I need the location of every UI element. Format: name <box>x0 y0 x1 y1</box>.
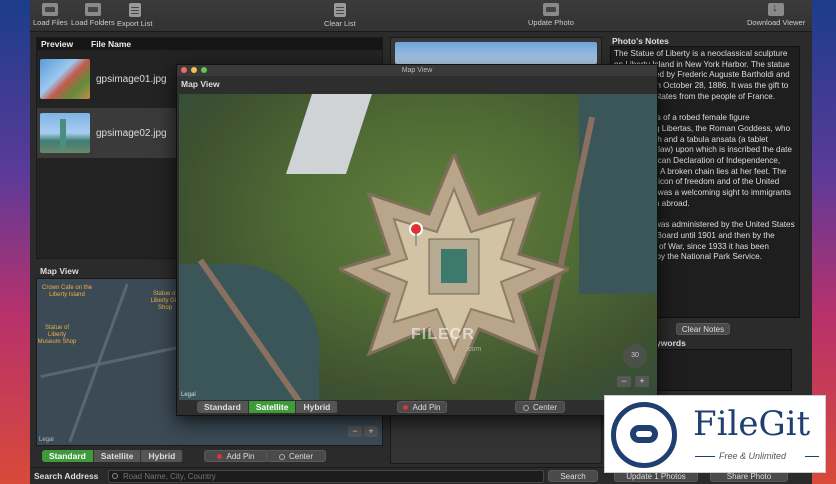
badge-subtitle: Free & Unlimited <box>719 451 787 461</box>
file-name-column-header: File Name <box>91 39 132 49</box>
center-button[interactable]: Center <box>515 401 565 413</box>
legal-link[interactable]: Legal <box>181 392 196 398</box>
clear-list-button[interactable]: Clear List <box>324 3 356 28</box>
fort-star <box>339 154 569 384</box>
clear-list-label: Clear List <box>324 19 356 28</box>
poi-label[interactable]: Crown Cafe on the Liberty Island <box>39 285 95 299</box>
thumbnail-image <box>40 59 90 99</box>
map-type-selector: Standard Satellite Hybrid <box>197 401 339 413</box>
minimize-window-button[interactable] <box>191 67 197 73</box>
file-name: gpsimage02.jpg <box>96 127 167 139</box>
window-titlebar[interactable]: Map View <box>177 65 657 76</box>
search-icon <box>112 473 118 479</box>
add-pin-button[interactable]: Add Pin <box>397 401 447 413</box>
update-photo-label: Update Photo <box>528 18 574 27</box>
map-window-footer: Standard Satellite Hybrid Add Pin Center <box>177 401 657 415</box>
preview-column-header: Preview <box>41 39 74 49</box>
thumbnail-image <box>40 113 90 153</box>
photo-icon <box>542 3 559 16</box>
search-button[interactable]: Search <box>548 470 598 482</box>
image-icon <box>42 3 59 16</box>
satellite-map[interactable]: FILECR .com Legal 30 − + <box>179 94 657 400</box>
hybrid-tab[interactable]: Hybrid <box>296 401 339 413</box>
download-viewer-label: Download Viewer <box>747 18 806 27</box>
legal-link[interactable]: Legal <box>39 437 54 443</box>
search-input[interactable] <box>108 470 544 483</box>
zoom-in-button[interactable]: + <box>635 376 649 387</box>
pin-icon <box>403 405 409 411</box>
zoom-out-button[interactable]: − <box>348 426 362 437</box>
export-list-label: Export List <box>117 19 153 28</box>
zoom-in-button[interactable]: + <box>364 426 378 437</box>
target-icon <box>278 453 285 460</box>
zoom-out-button[interactable]: − <box>617 376 631 387</box>
satellite-tab[interactable]: Satellite <box>93 450 142 462</box>
center-button[interactable]: Center <box>266 450 326 462</box>
map-pin-icon[interactable] <box>411 224 421 234</box>
document-icon <box>128 3 141 17</box>
download-icon <box>768 2 785 16</box>
target-icon <box>522 404 529 411</box>
info-panel <box>390 414 602 464</box>
standard-tab[interactable]: Standard <box>42 450 94 462</box>
map-type-selector: Standard Satellite Hybrid <box>42 450 184 462</box>
load-files-button[interactable]: Load Files <box>33 3 68 27</box>
zoom-window-button[interactable] <box>201 67 207 73</box>
add-pin-button[interactable]: Add Pin <box>204 450 268 462</box>
notes-title: Photo's Notes <box>612 36 669 46</box>
filegit-logo-icon <box>611 402 677 468</box>
map-view-window[interactable]: Map View Map View FILECR .com Legal 30 −… <box>176 64 658 416</box>
add-pin-label: Add Pin <box>412 403 441 412</box>
file-name: gpsimage01.jpg <box>96 73 167 85</box>
satellite-tab[interactable]: Satellite <box>248 401 297 413</box>
watermark: FILECR <box>411 326 475 343</box>
badge-title: FileGit <box>693 404 811 444</box>
update-photo-button[interactable]: Update Photo <box>528 3 574 27</box>
center-label: Center <box>532 403 557 412</box>
clear-notes-button[interactable]: Clear Notes <box>676 323 730 335</box>
poi-label[interactable]: Statue of Liberty Museum Shop <box>37 325 77 346</box>
window-title: Map View <box>401 67 433 74</box>
watermark-suffix: .com <box>466 346 482 353</box>
export-list-button[interactable]: Export List <box>117 3 152 28</box>
photo-preview <box>390 37 602 67</box>
toolbar: Load Files Load Folders Export List Clea… <box>30 0 812 32</box>
load-folders-button[interactable]: Load Folders <box>71 3 115 27</box>
center-label: Center <box>288 452 313 461</box>
map-view-heading: Map View <box>181 79 220 89</box>
search-address-label: Search Address <box>34 471 99 481</box>
file-list-header: Preview File Name <box>37 38 382 50</box>
map-view-label: Map View <box>40 266 79 276</box>
filegit-badge: FileGit Free & Unlimited <box>604 395 826 473</box>
hybrid-tab[interactable]: Hybrid <box>141 450 184 462</box>
add-pin-label: Add Pin <box>226 452 255 461</box>
download-viewer-button[interactable]: Download Viewer <box>747 2 806 27</box>
document-icon <box>333 3 346 17</box>
standard-tab[interactable]: Standard <box>197 401 249 413</box>
load-files-label: Load Files <box>33 18 68 27</box>
pin-icon <box>217 454 223 460</box>
load-folders-label: Load Folders <box>71 18 115 27</box>
images-icon <box>84 3 101 16</box>
close-window-button[interactable] <box>181 67 187 73</box>
compass-icon[interactable]: 30 <box>623 344 647 368</box>
